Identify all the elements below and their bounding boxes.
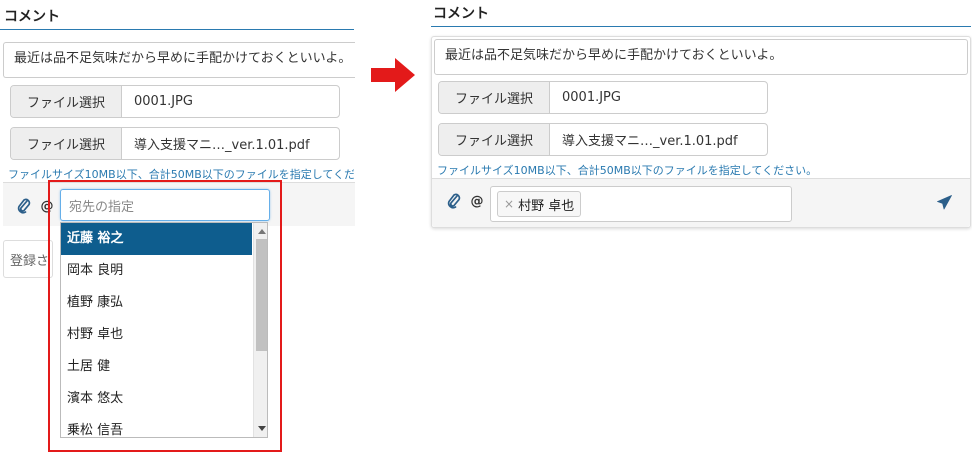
paperclip-icon[interactable]	[14, 196, 34, 216]
file-select-button[interactable]: ファイル選択	[11, 128, 122, 159]
highlight-frame	[48, 180, 282, 452]
destination-tag[interactable]: × 村野 卓也	[497, 191, 582, 217]
file-chooser-2-right[interactable]: ファイル選択 導入支援マニ…_ver.1.01.pdf	[438, 123, 768, 156]
register-button-partial[interactable]: 登録さ	[3, 240, 53, 278]
at-icon[interactable]: @	[468, 191, 486, 211]
right-arrow-icon	[371, 58, 415, 92]
file-name: 導入支援マニ…_ver.1.01.pdf	[134, 138, 310, 153]
file-chooser-1-right[interactable]: ファイル選択 0001.JPG	[438, 81, 768, 114]
send-icon[interactable]	[934, 192, 954, 212]
file-size-hint-right: ファイルサイズ10MB以下、合計50MB以下のファイルを指定してください。	[437, 164, 818, 177]
file-chooser-2-left[interactable]: ファイル選択 導入支援マニ…_ver.1.01.pdf	[10, 127, 340, 160]
destination-input-filled[interactable]: × 村野 卓也	[490, 186, 792, 222]
file-select-button[interactable]: ファイル選択	[439, 82, 550, 113]
file-name: 0001.JPG	[562, 90, 621, 105]
comment-section-title-left: コメント	[4, 9, 60, 25]
section-divider-right	[431, 26, 971, 27]
tag-label: 村野 卓也	[518, 198, 575, 214]
comment-textarea-left[interactable]: 最近は品不足気味だから早めに手配かけておくといいよ。	[3, 42, 355, 78]
file-name: 導入支援マニ…_ver.1.01.pdf	[562, 134, 738, 149]
file-select-button[interactable]: ファイル選択	[11, 86, 122, 117]
file-chooser-1-left[interactable]: ファイル選択 0001.JPG	[10, 85, 340, 118]
file-name: 0001.JPG	[134, 94, 193, 109]
file-select-button[interactable]: ファイル選択	[439, 124, 550, 155]
comment-section-title-right: コメント	[433, 6, 489, 22]
tag-remove-icon[interactable]: ×	[504, 197, 514, 211]
comment-textarea-right[interactable]: 最近は品不足気味だから早めに手配かけておくといいよ。	[434, 39, 968, 75]
section-divider-left	[0, 29, 354, 30]
paperclip-icon[interactable]	[444, 191, 464, 211]
